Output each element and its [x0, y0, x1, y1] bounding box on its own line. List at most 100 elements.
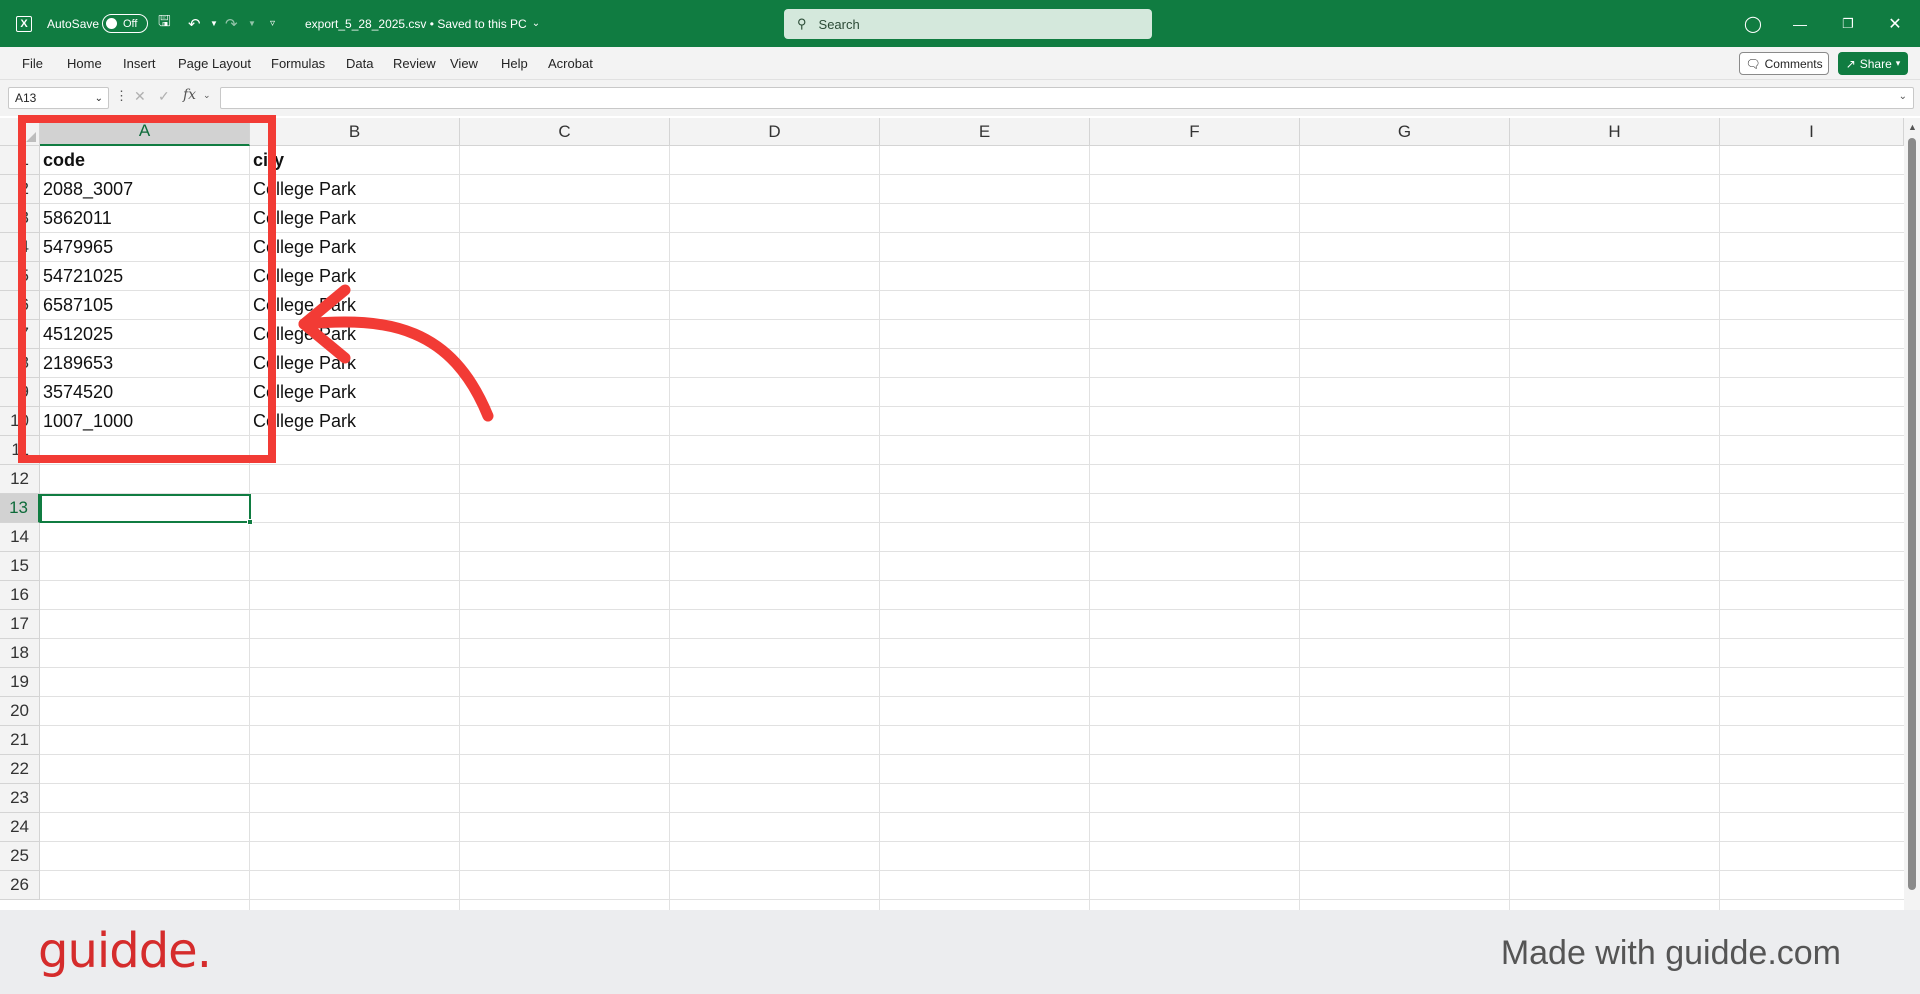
- restore-button[interactable]: ❐: [1836, 0, 1860, 47]
- row-header-25[interactable]: 25: [0, 842, 40, 871]
- row-header-9[interactable]: 9: [0, 378, 40, 407]
- cell-a1[interactable]: code: [40, 146, 250, 175]
- undo-icon[interactable]: ↶: [188, 0, 201, 47]
- name-box[interactable]: A13 ⌄: [8, 87, 109, 109]
- column-header-d[interactable]: D: [670, 118, 880, 146]
- column-header-e[interactable]: E: [880, 118, 1090, 146]
- row-header-24[interactable]: 24: [0, 813, 40, 842]
- active-cell-a13[interactable]: [40, 494, 253, 525]
- cell-b1[interactable]: city: [250, 146, 460, 175]
- redo-dropdown-icon[interactable]: ▼: [248, 0, 256, 47]
- scroll-up-icon[interactable]: ▲: [1908, 122, 1917, 132]
- row-header-1[interactable]: 1: [0, 146, 40, 175]
- lightbulb-icon[interactable]: ◯: [1744, 0, 1762, 47]
- title-bar: X AutoSave Off 🖫 ↶ ▼ ↷ ▼ ▿ export_5_28_2…: [0, 0, 1920, 47]
- close-button[interactable]: ✕: [1883, 0, 1907, 47]
- cell-a7[interactable]: 4512025: [40, 320, 250, 349]
- row-header-19[interactable]: 19: [0, 668, 40, 697]
- row-header-5[interactable]: 5: [0, 262, 40, 291]
- cell-a4[interactable]: 5479965: [40, 233, 250, 262]
- minimize-button[interactable]: —: [1788, 0, 1812, 47]
- chevron-down-icon[interactable]: ⌄: [203, 90, 211, 101]
- column-header-h[interactable]: H: [1510, 118, 1720, 146]
- tab-acrobat[interactable]: Acrobat: [548, 47, 593, 80]
- row-header-13[interactable]: 13: [0, 494, 40, 523]
- column-header-b[interactable]: B: [250, 118, 460, 146]
- enter-check-icon[interactable]: ✓: [158, 88, 170, 105]
- cell-b7[interactable]: College Park: [250, 320, 460, 349]
- cell-b10[interactable]: College Park: [250, 407, 460, 436]
- column-header-f[interactable]: F: [1090, 118, 1300, 146]
- save-icon[interactable]: 🖫: [158, 0, 171, 47]
- vertical-scrollbar[interactable]: ▲: [1904, 118, 1920, 910]
- comments-button[interactable]: 🗨 Comments: [1739, 52, 1829, 75]
- tab-help[interactable]: Help: [501, 47, 528, 80]
- row-header-12[interactable]: 12: [0, 465, 40, 494]
- row-header-23[interactable]: 23: [0, 784, 40, 813]
- row-header-20[interactable]: 20: [0, 697, 40, 726]
- insert-function-button[interactable]: fx: [183, 87, 196, 103]
- row-header-15[interactable]: 15: [0, 552, 40, 581]
- formula-input[interactable]: ⌄: [220, 87, 1914, 109]
- tab-page-layout[interactable]: Page Layout: [178, 47, 251, 80]
- row-header-18[interactable]: 18: [0, 639, 40, 668]
- column-header-i[interactable]: I: [1720, 118, 1904, 146]
- select-all-button[interactable]: [0, 118, 40, 146]
- row-gridline: [40, 725, 1904, 726]
- row-header-21[interactable]: 21: [0, 726, 40, 755]
- row-header-16[interactable]: 16: [0, 581, 40, 610]
- scrollbar-thumb[interactable]: [1908, 138, 1916, 890]
- row-header-26[interactable]: 26: [0, 871, 40, 900]
- row-header-3[interactable]: 3: [0, 204, 40, 233]
- tab-data[interactable]: Data: [346, 47, 373, 80]
- undo-dropdown-icon[interactable]: ▼: [210, 0, 218, 47]
- row-gridline: [40, 841, 1904, 842]
- column-header-c[interactable]: C: [460, 118, 670, 146]
- tab-home[interactable]: Home: [67, 47, 102, 80]
- autosave-toggle[interactable]: Off: [102, 0, 148, 47]
- cell-a10[interactable]: 1007_1000: [40, 407, 250, 436]
- tab-formulas[interactable]: Formulas: [271, 47, 325, 80]
- cell-a3[interactable]: 5862011: [40, 204, 250, 233]
- tab-insert[interactable]: Insert: [123, 47, 156, 80]
- tab-file[interactable]: File: [22, 47, 43, 80]
- search-placeholder: Search: [818, 16, 860, 32]
- cell-b3[interactable]: College Park: [250, 204, 460, 233]
- redo-icon[interactable]: ↷: [225, 0, 238, 47]
- row-header-4[interactable]: 4: [0, 233, 40, 262]
- tab-view[interactable]: View: [450, 47, 478, 80]
- more-options-icon[interactable]: ⋮: [115, 88, 128, 104]
- customize-quick-access-icon[interactable]: ▿: [270, 0, 275, 47]
- cell-a2[interactable]: 2088_3007: [40, 175, 250, 204]
- cell-a6[interactable]: 6587105: [40, 291, 250, 320]
- row-header-2[interactable]: 2: [0, 175, 40, 204]
- row-header-8[interactable]: 8: [0, 349, 40, 378]
- row-header-11[interactable]: 11: [0, 436, 40, 465]
- search-box[interactable]: ⚲ Search: [784, 9, 1152, 39]
- cell-b6[interactable]: College Park: [250, 291, 460, 320]
- cell-b4[interactable]: College Park: [250, 233, 460, 262]
- share-button[interactable]: ↗ Share ▾: [1838, 52, 1908, 75]
- row-header-22[interactable]: 22: [0, 755, 40, 784]
- cell-b2[interactable]: College Park: [250, 175, 460, 204]
- row-header-14[interactable]: 14: [0, 523, 40, 552]
- search-icon: ⚲: [797, 16, 807, 31]
- cell-b9[interactable]: College Park: [250, 378, 460, 407]
- row-header-6[interactable]: 6: [0, 291, 40, 320]
- tab-review[interactable]: Review: [393, 47, 436, 80]
- cell-b5[interactable]: College Park: [250, 262, 460, 291]
- row-header-10[interactable]: 10: [0, 407, 40, 436]
- row-header-17[interactable]: 17: [0, 610, 40, 639]
- fill-handle[interactable]: [247, 519, 253, 525]
- worksheet-grid[interactable]: A B C D E F G H I 1 2 3 4 5 6 7 8 9 10 11 12 13 14 15 16 17 18 19 20…: [0, 118, 1920, 910]
- cell-a5[interactable]: 54721025: [40, 262, 250, 291]
- expand-formula-bar-icon[interactable]: ⌄: [1899, 91, 1907, 102]
- document-title[interactable]: export_5_28_2025.csv • Saved to this PC ⌄: [305, 0, 540, 47]
- cell-a9[interactable]: 3574520: [40, 378, 250, 407]
- cell-b8[interactable]: College Park: [250, 349, 460, 378]
- column-header-g[interactable]: G: [1300, 118, 1510, 146]
- cell-a8[interactable]: 2189653: [40, 349, 250, 378]
- cancel-icon[interactable]: ✕: [134, 88, 146, 105]
- column-header-a[interactable]: A: [40, 118, 250, 146]
- row-header-7[interactable]: 7: [0, 320, 40, 349]
